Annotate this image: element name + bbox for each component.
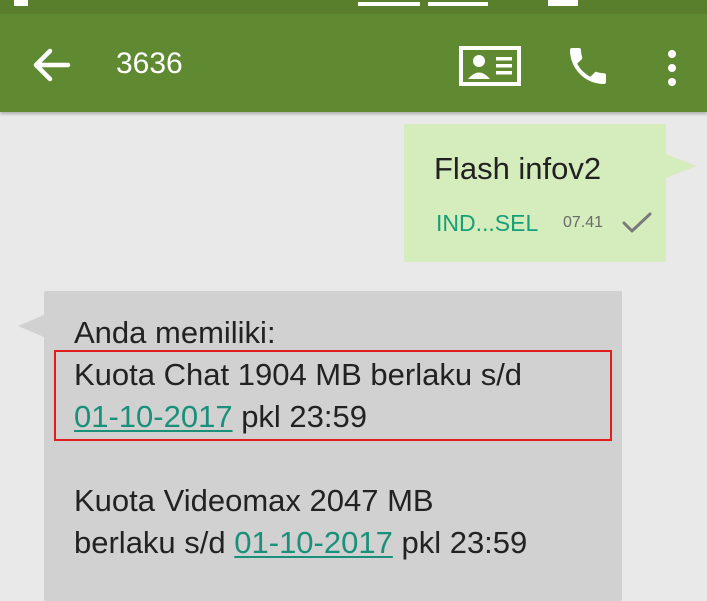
back-button[interactable] (30, 47, 74, 83)
arrow-left-icon (33, 48, 71, 82)
contact-card-icon (459, 46, 521, 86)
message-line: Anda memiliki: (74, 315, 276, 350)
bubble-tail (18, 315, 44, 337)
app-bar: 3636 (0, 14, 707, 112)
call-button[interactable] (564, 42, 612, 90)
message-line: Kuota Videomax 2047 MB (74, 483, 434, 518)
phone-icon (570, 48, 606, 84)
notification-icon (14, 0, 28, 6)
incoming-message-bubble[interactable]: Anda memiliki: Kuota Chat 1904 MB berlak… (18, 291, 622, 601)
more-vert-icon (668, 50, 676, 86)
message-text: pkl 23:59 (392, 525, 528, 560)
outgoing-message-text: Flash infov2 (434, 151, 602, 186)
message-line: berlaku s/d 01-10-2017 pkl 23:59 (74, 524, 527, 562)
signal-icon (358, 2, 420, 6)
date-link[interactable]: 01-10-2017 (234, 525, 393, 560)
signal-icon (428, 2, 488, 6)
overflow-menu-button[interactable] (660, 44, 684, 92)
bubble-tail (666, 154, 696, 178)
highlight-annotation-box (54, 350, 612, 441)
status-bar (0, 0, 707, 14)
contact-button[interactable] (458, 44, 522, 88)
outgoing-message-bubble[interactable]: Flash infov2 IND...SEL 07.41 (404, 124, 696, 262)
message-time: 07.41 (563, 214, 604, 231)
sim-label: IND...SEL (436, 210, 539, 236)
battery-icon (548, 0, 578, 6)
message-text: berlaku s/d (74, 525, 235, 560)
check-icon (622, 212, 652, 233)
conversation-title: 3636 (116, 47, 183, 80)
